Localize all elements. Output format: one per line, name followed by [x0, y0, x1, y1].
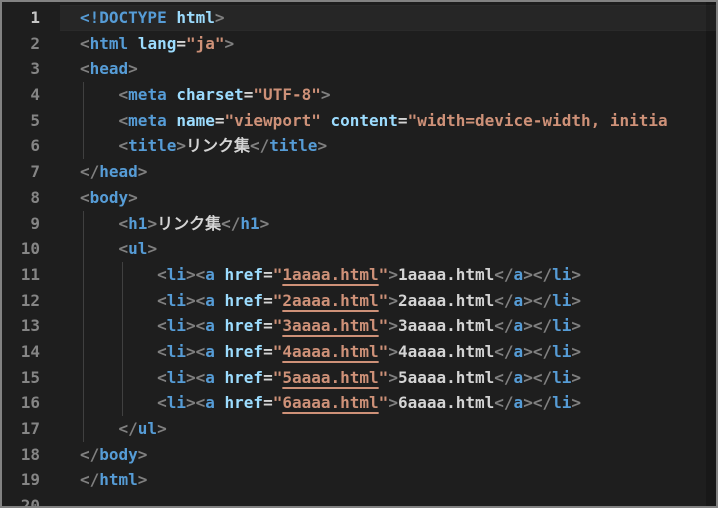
line-number: 11 [20, 264, 40, 284]
line-number: 12 [20, 290, 40, 310]
code-text: <li><a href="6aaaa.html">6aaaa.html</a><… [157, 393, 581, 413]
code-text: <head> [80, 59, 138, 79]
code-text: </body> [80, 444, 148, 464]
code-line-18[interactable]: 18 </body> [2, 442, 716, 468]
line-number: 13 [20, 316, 40, 336]
code-line-12[interactable]: 12 <li><a href="2aaaa.html">2aaaa.html</… [2, 288, 716, 314]
scrollbar-track[interactable] [706, 2, 716, 506]
line-number: 16 [20, 393, 40, 413]
code-line-9[interactable]: 9 <h1>リンク集</h1> [2, 211, 716, 237]
code-line-19[interactable]: 19 </html> [2, 467, 716, 493]
line-number: 7 [30, 162, 40, 182]
code-text: <ul> [118, 239, 158, 259]
code-text: <h1>リンク集</h1> [118, 213, 270, 233]
code-line-7[interactable]: 7 </head> [2, 159, 716, 185]
code-text: <body> [80, 187, 138, 207]
line-number: 10 [20, 239, 40, 259]
code-line-20[interactable]: 20 [2, 493, 716, 506]
line-number: 1 [30, 8, 40, 27]
code-line-13[interactable]: 13 <li><a href="3aaaa.html">3aaaa.html</… [2, 313, 716, 339]
code-line-4[interactable]: 4 <meta charset="UTF-8"> [2, 82, 716, 108]
code-line-16[interactable]: 16 <li><a href="6aaaa.html">6aaaa.html</… [2, 390, 716, 416]
code-text: </html> [80, 470, 148, 490]
code-line-14[interactable]: 14 <li><a href="4aaaa.html">4aaaa.html</… [2, 339, 716, 365]
code-line-6[interactable]: 6 <title>リンク集</title> [2, 133, 716, 159]
code-line-2[interactable]: 2 <html lang="ja"> [2, 31, 716, 57]
code-line-5[interactable]: 5 <meta name="viewport" content="width=d… [2, 108, 716, 134]
code-text: <title>リンク集</title> [118, 136, 328, 156]
code-text: <li><a href="1aaaa.html">1aaaa.html</a><… [157, 264, 581, 284]
code-text: <li><a href="5aaaa.html">5aaaa.html</a><… [157, 367, 581, 387]
line-number: 4 [30, 85, 40, 105]
code-text: <meta name="viewport" content="width=dev… [118, 110, 668, 130]
code-line-11[interactable]: 11 <li><a href="1aaaa.html">1aaaa.html</… [2, 262, 716, 288]
line-number: 15 [20, 367, 40, 387]
line-number: 18 [20, 444, 40, 464]
editor-viewport[interactable]: 1 <!DOCTYPE html> 2 <html lang="ja"> 3 <head>… [2, 2, 716, 506]
code-text: </ul> [118, 419, 167, 438]
line-number: 3 [30, 59, 40, 79]
line-number: 17 [20, 419, 40, 438]
code-text: <meta charset="UTF-8"> [118, 85, 331, 105]
code-line-8[interactable]: 8 <body> [2, 185, 716, 211]
code-text: <li><a href="3aaaa.html">3aaaa.html</a><… [157, 316, 581, 336]
line-number: 8 [30, 187, 40, 207]
code-line-15[interactable]: 15 <li><a href="5aaaa.html">5aaaa.html</… [2, 365, 716, 391]
code-line-10[interactable]: 10 <ul> [2, 236, 716, 262]
code-lines: 1 <!DOCTYPE html> 2 <html lang="ja"> 3 <head>… [2, 5, 716, 506]
code-line-3[interactable]: 3 <head> [2, 56, 716, 82]
line-number: 5 [30, 110, 40, 130]
code-text: </head> [80, 162, 148, 182]
code-line-17[interactable]: 17 </ul> [2, 416, 716, 442]
code-text: <!DOCTYPE html> [80, 8, 225, 27]
line-number: 20 [20, 496, 40, 506]
code-text: <li><a href="4aaaa.html">4aaaa.html</a><… [157, 341, 581, 361]
line-number: 9 [30, 213, 40, 233]
line-number: 19 [20, 470, 40, 490]
code-text: <html lang="ja"> [80, 33, 235, 53]
line-number: 2 [30, 33, 40, 53]
code-line-1[interactable]: 1 <!DOCTYPE html> [2, 5, 716, 31]
code-editor-window: 1 <!DOCTYPE html> 2 <html lang="ja"> 3 <head>… [0, 0, 718, 508]
line-number: 14 [20, 341, 40, 361]
code-text: <li><a href="2aaaa.html">2aaaa.html</a><… [157, 290, 581, 310]
line-number: 6 [30, 136, 40, 156]
